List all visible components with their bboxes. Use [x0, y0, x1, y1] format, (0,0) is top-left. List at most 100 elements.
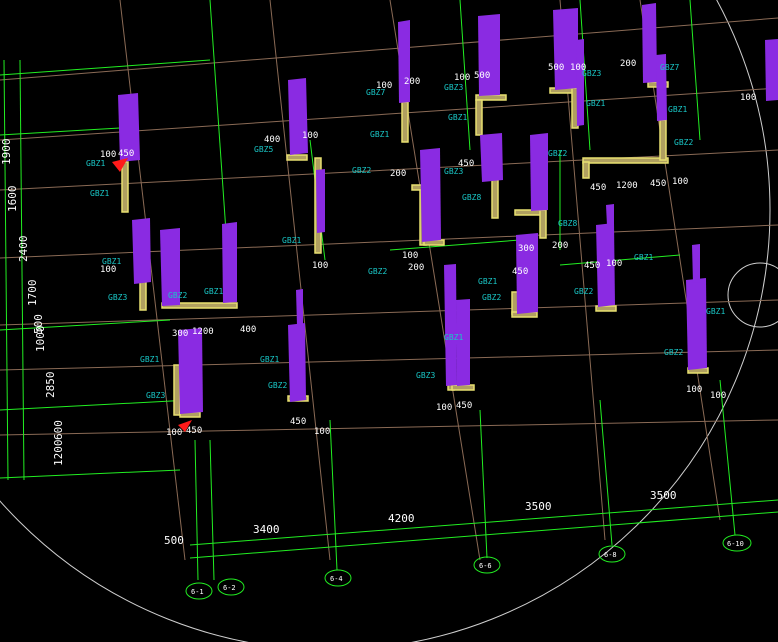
axis-label: 6-6: [479, 562, 492, 570]
wall: [582, 157, 669, 164]
small-dim: 300: [518, 244, 534, 254]
wall-tag: GBZ1: [90, 189, 109, 198]
wall-tag: GBZ1: [634, 253, 653, 262]
wall-tag: GBZ1: [706, 307, 725, 316]
dim-bottom-0: 500: [164, 534, 184, 547]
wall-tag: GBZ1: [204, 287, 223, 296]
wall-tag: GBZ1: [444, 333, 463, 342]
column: [478, 14, 500, 96]
small-dim: 400: [264, 135, 280, 145]
small-dim: 100: [100, 150, 116, 160]
column: [288, 78, 308, 155]
small-dim: 300: [172, 329, 188, 339]
wall: [582, 161, 590, 179]
dim-left-2: 2400: [17, 236, 30, 263]
small-dim: 1200: [192, 327, 214, 337]
column: [296, 289, 303, 326]
wall-tag: GBZ1: [86, 159, 105, 168]
wall-tag: GBZ2: [268, 381, 287, 390]
wall-tag: GBZ8: [462, 193, 481, 202]
small-dim: 100: [100, 265, 116, 275]
dim-left-8: 1200: [52, 440, 65, 467]
wall: [539, 209, 547, 239]
axis-bubble-6-10: 6-10: [722, 534, 752, 552]
small-dim: 450: [512, 267, 528, 277]
small-dim: 100: [606, 259, 622, 269]
small-dim: 450: [584, 261, 600, 271]
small-dim: 450: [458, 159, 474, 169]
cad-drawing-canvas[interactable]: 1900 1600 2400 1700 1000 500 2850 600 12…: [0, 0, 778, 642]
small-dim: 100: [166, 428, 182, 438]
small-dim: 450: [650, 179, 666, 189]
small-dim: 100: [672, 177, 688, 187]
dim-bottom-2: 4200: [388, 512, 415, 525]
column: [420, 148, 441, 242]
column: [576, 39, 584, 126]
wall-tag: GBZ1: [140, 355, 159, 364]
wall-tag: GBZ2: [664, 348, 683, 357]
column: [642, 3, 657, 83]
small-dim: 100: [312, 261, 328, 271]
small-dim: 450: [186, 426, 202, 436]
column: [178, 328, 203, 414]
small-dim: 100: [314, 427, 330, 437]
small-dim: 100: [454, 73, 470, 83]
wall-tag: GBZ2: [548, 149, 567, 158]
small-dim: 450: [590, 183, 606, 193]
axis-label: 6-2: [223, 584, 236, 592]
small-dim: 200: [408, 263, 424, 273]
small-dim: 100: [436, 403, 452, 413]
axis-label: 6-1: [191, 588, 204, 596]
wall-tag: GBZ1: [370, 130, 389, 139]
wall-tag: GBZ5: [254, 145, 273, 154]
dim-bottom-4: 3500: [650, 489, 677, 502]
small-dim: 100: [570, 63, 586, 73]
axis-bubble-6-4: 6-4: [324, 569, 352, 587]
column: [398, 20, 410, 103]
wall-tag: GBZ1: [448, 113, 467, 122]
column: [132, 218, 151, 284]
wall-tag: GBZ1: [478, 277, 497, 286]
dim-left-3: 1700: [26, 280, 39, 307]
small-dim: 500: [548, 63, 564, 73]
column: [456, 299, 470, 386]
axis-bubble-6-1: 6-1: [185, 582, 213, 600]
wall: [121, 161, 129, 213]
small-dim: 200: [620, 59, 636, 69]
wall-tag: GBZ3: [444, 83, 463, 92]
small-dim: 100: [302, 131, 318, 141]
small-dim: 400: [240, 325, 256, 335]
small-dim: 1200: [616, 181, 638, 191]
axis-bubble-6-6: 6-6: [473, 556, 501, 574]
small-dim: 500: [474, 71, 490, 81]
wall-tag: GBZ2: [168, 291, 187, 300]
wall-tag: GBZ7: [660, 63, 679, 72]
small-dim: 100: [376, 81, 392, 91]
small-dim: 450: [290, 417, 306, 427]
wall: [491, 177, 499, 219]
axis-label: 6-10: [727, 540, 744, 548]
dim-left-5: 500: [32, 314, 45, 334]
wall-tag: GBZ1: [282, 236, 301, 245]
dim-left-7: 600: [52, 420, 65, 440]
dim-left-6: 2850: [44, 372, 57, 399]
column: [553, 8, 578, 90]
column: [606, 204, 614, 226]
small-dim: 200: [404, 77, 420, 87]
small-dim: 450: [456, 401, 472, 411]
dim-bottom-1: 3400: [253, 523, 280, 536]
column: [692, 244, 700, 283]
axis-label: 6-8: [604, 551, 617, 559]
small-dim: 450: [118, 149, 134, 159]
wall-tag: GBZ2: [482, 293, 501, 302]
column: [288, 323, 306, 402]
column: [444, 264, 457, 386]
small-dim: 200: [390, 169, 406, 179]
small-dim: 200: [552, 241, 568, 251]
wall: [286, 154, 308, 161]
wall: [475, 99, 483, 136]
wall-tag: GBZ2: [674, 138, 693, 147]
small-dim: 100: [402, 251, 418, 261]
column: [765, 39, 778, 101]
column: [480, 133, 503, 182]
